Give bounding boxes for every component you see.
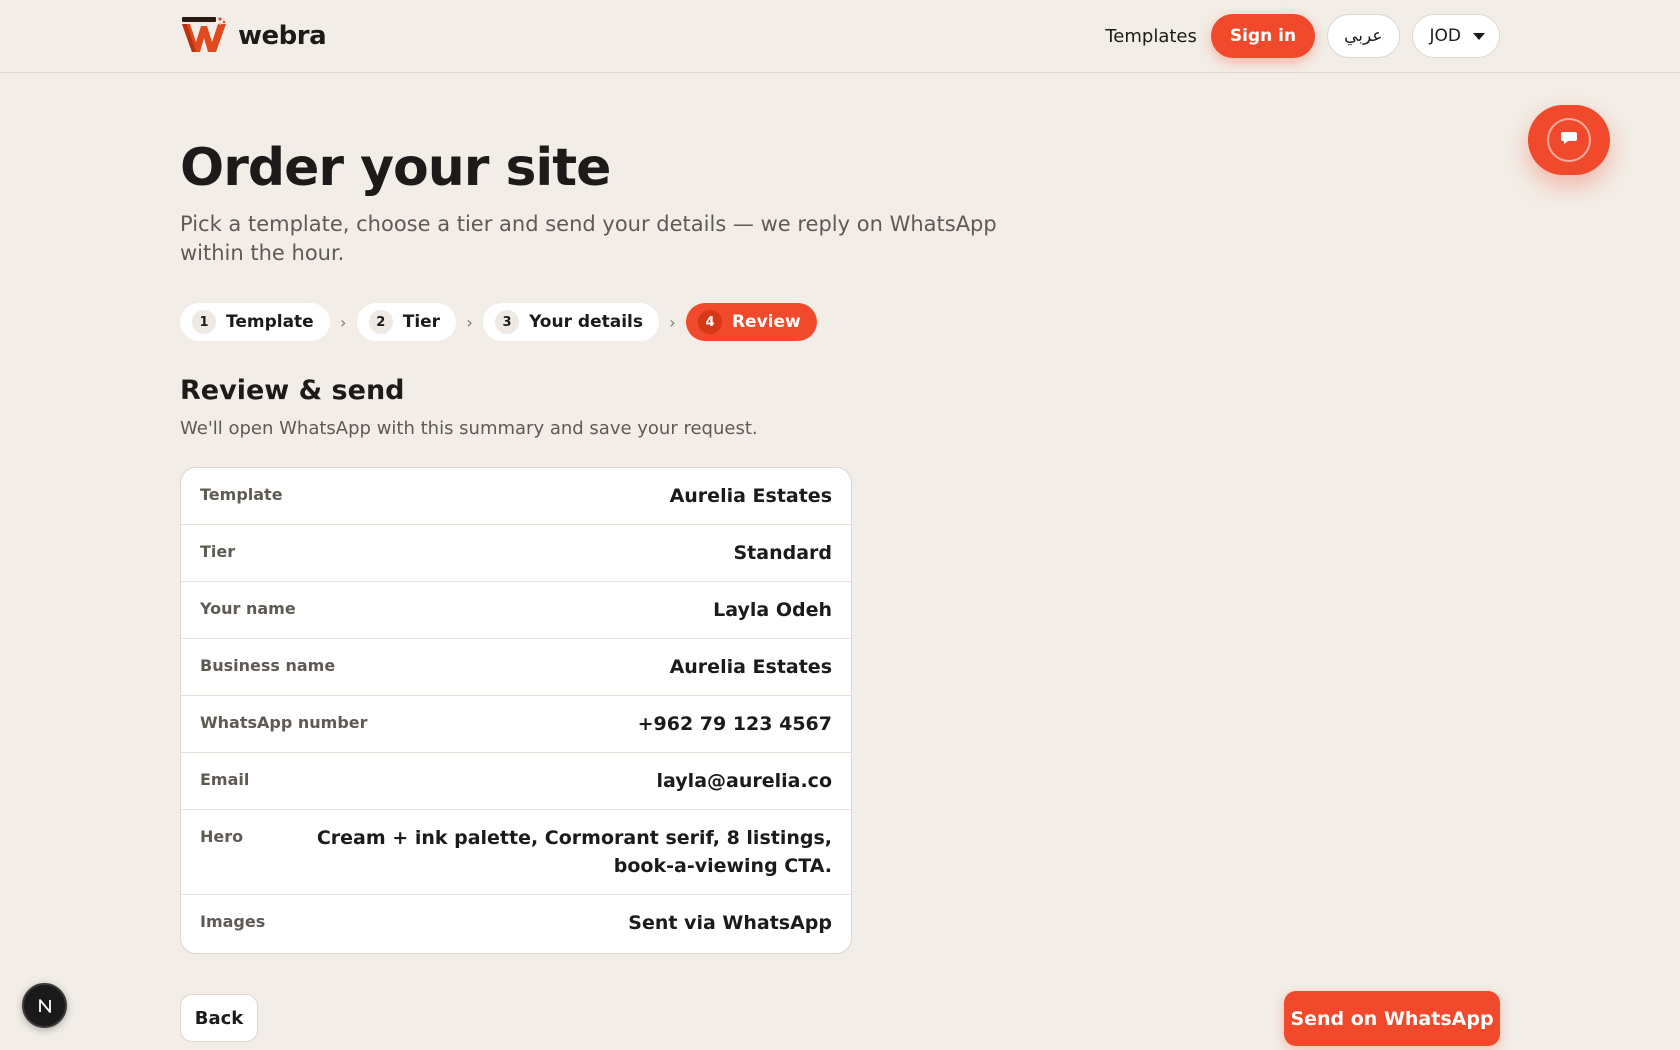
- step-review[interactable]: 4 Review: [685, 303, 817, 341]
- chevron-right-icon: ›: [340, 312, 347, 332]
- review-title: Review & send: [180, 375, 405, 406]
- language-toggle-button[interactable]: عربي: [1327, 14, 1400, 58]
- row-label: Email: [200, 770, 250, 789]
- row-label: Business name: [200, 656, 336, 675]
- page-title: Order your site: [180, 138, 611, 198]
- back-button[interactable]: Back: [180, 994, 258, 1042]
- step-label: Tier: [402, 312, 441, 332]
- step-label: Review: [731, 312, 801, 332]
- row-value: Cream + ink palette, Cormorant serif, 8 …: [316, 827, 832, 877]
- site-header: webra Templates Sign in عربي JOD: [0, 0, 1680, 73]
- step-tier[interactable]: 2 Tier: [356, 303, 457, 341]
- row-value: Aurelia Estates: [669, 485, 832, 507]
- brand-logo[interactable]: webra: [180, 16, 327, 56]
- nav-templates-link[interactable]: Templates: [1105, 26, 1197, 47]
- step-number: 2: [368, 310, 393, 334]
- order-stepper: 1 Template › 2 Tier › 3 Your details › 4…: [180, 303, 817, 341]
- step-number: 4: [697, 310, 722, 334]
- page-subtitle: Pick a template, choose a tier and send …: [180, 212, 997, 265]
- top-nav: Templates Sign in عربي JOD: [1105, 14, 1500, 58]
- row-value: +962 79 123 4567: [637, 713, 832, 735]
- review-subtitle: We'll open WhatsApp with this summary an…: [180, 418, 758, 439]
- step-number: 3: [495, 310, 520, 334]
- chat-fab-button[interactable]: [1528, 105, 1610, 175]
- row-label: Hero: [200, 827, 244, 846]
- step-label: Template: [226, 312, 314, 332]
- caret-down-icon: [1473, 32, 1485, 40]
- row-label: Tier: [200, 542, 236, 561]
- summary-row-template: Template Aurelia Estates: [181, 468, 851, 525]
- currency-select[interactable]: JOD: [1411, 14, 1500, 58]
- summary-row-hero: Hero Cream + ink palette, Cormorant seri…: [181, 810, 851, 895]
- row-value: layla@aurelia.co: [656, 770, 832, 792]
- summary-row-images: Images Sent via WhatsApp: [181, 895, 851, 952]
- sign-in-button[interactable]: Sign in: [1210, 14, 1316, 58]
- summary-row-name: Your name Layla Odeh: [181, 582, 851, 639]
- currency-value: JOD: [1429, 26, 1462, 46]
- row-value: Standard: [733, 542, 832, 564]
- summary-row-whatsapp: WhatsApp number +962 79 123 4567: [181, 696, 851, 753]
- summary-row-email: Email layla@aurelia.co: [181, 753, 851, 810]
- row-label: Template: [200, 485, 283, 504]
- chat-ring: [1547, 118, 1591, 162]
- chat-bubble-icon: [1560, 130, 1578, 150]
- row-value: Aurelia Estates: [669, 656, 832, 678]
- send-on-whatsapp-button[interactable]: Send on WhatsApp: [1284, 991, 1500, 1046]
- brand-name: webra: [238, 21, 327, 51]
- chevron-right-icon: ›: [669, 312, 676, 332]
- step-label: Your details: [529, 312, 643, 332]
- step-template[interactable]: 1 Template: [180, 303, 330, 341]
- review-summary-card: Template Aurelia Estates Tier Standard Y…: [180, 467, 852, 954]
- step-your-details[interactable]: 3 Your details: [483, 303, 659, 341]
- chevron-right-icon: ›: [466, 312, 473, 332]
- row-label: Images: [200, 912, 266, 931]
- webra-logo-icon: [180, 16, 228, 56]
- row-label: Your name: [200, 599, 296, 618]
- nextjs-dev-badge[interactable]: [22, 983, 67, 1028]
- row-label: WhatsApp number: [200, 713, 368, 732]
- n-logo-icon: [38, 998, 51, 1013]
- step-number: 1: [192, 310, 216, 334]
- summary-row-tier: Tier Standard: [181, 525, 851, 582]
- summary-row-business: Business name Aurelia Estates: [181, 639, 851, 696]
- row-value: Sent via WhatsApp: [628, 912, 832, 934]
- row-value: Layla Odeh: [713, 599, 832, 621]
